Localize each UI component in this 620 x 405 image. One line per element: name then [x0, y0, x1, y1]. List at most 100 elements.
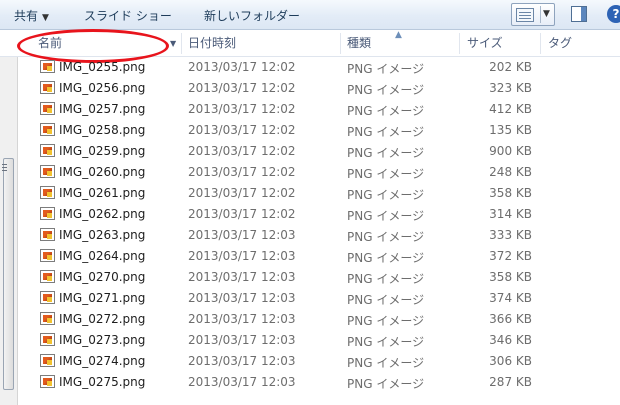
file-row[interactable]: IMG_0270.png 2013/03/17 12:03 PNG イメージ 358 … [18, 267, 620, 288]
file-date: 2013/03/17 12:02 [188, 186, 296, 200]
file-name: IMG_0271.png [59, 291, 146, 305]
file-name: IMG_0262.png [59, 207, 146, 221]
details-view-icon [516, 8, 534, 22]
file-row[interactable]: IMG_0273.png 2013/03/17 12:03 PNG イメージ 346 … [18, 330, 620, 351]
file-date: 2013/03/17 12:02 [188, 102, 296, 116]
file-size: 412 KB [489, 102, 532, 116]
file-row[interactable]: IMG_0262.png 2013/03/17 12:02 PNG イメージ 314 … [18, 204, 620, 225]
file-size: 306 KB [489, 354, 532, 368]
file-date: 2013/03/17 12:03 [188, 312, 296, 326]
file-size: 366 KB [489, 312, 532, 326]
new-folder-button[interactable]: 新しいフォルダー [204, 7, 300, 24]
file-name: IMG_0261.png [59, 186, 146, 200]
file-name: IMG_0258.png [59, 123, 146, 137]
share-menu-button[interactable]: 共有 ▼ [14, 7, 49, 24]
chevron-down-icon[interactable]: ▼ [543, 9, 550, 19]
name-filter-dropdown-icon[interactable]: ▼ [170, 39, 176, 48]
file-row[interactable]: IMG_0260.png 2013/03/17 12:02 PNG イメージ 248 … [18, 162, 620, 183]
file-type: PNG イメージ [347, 146, 425, 160]
png-image-file-icon [40, 354, 55, 367]
file-type: PNG イメージ [347, 125, 425, 139]
file-date: 2013/03/17 12:02 [188, 60, 296, 74]
png-image-file-icon [40, 102, 55, 115]
file-type: PNG イメージ [347, 272, 425, 286]
file-type: PNG イメージ [347, 167, 425, 181]
file-date: 2013/03/17 12:03 [188, 354, 296, 368]
file-row[interactable]: IMG_0259.png 2013/03/17 12:02 PNG イメージ 900 … [18, 141, 620, 162]
slideshow-button[interactable]: スライド ショー [84, 7, 172, 24]
file-size: 346 KB [489, 333, 532, 347]
png-image-file-icon [40, 312, 55, 325]
navigation-pane-scrollbar[interactable] [0, 57, 18, 405]
file-name: IMG_0256.png [59, 81, 146, 95]
file-type: PNG イメージ [347, 314, 425, 328]
png-image-file-icon [40, 249, 55, 262]
file-type: PNG イメージ [347, 356, 425, 370]
file-name: IMG_0273.png [59, 333, 146, 347]
column-header-size[interactable]: サイズ [460, 30, 503, 57]
file-row[interactable]: IMG_0275.png 2013/03/17 12:03 PNG イメージ 287 … [18, 372, 620, 393]
file-row[interactable]: IMG_0274.png 2013/03/17 12:03 PNG イメージ 306 … [18, 351, 620, 372]
file-date: 2013/03/17 12:03 [188, 333, 296, 347]
file-size: 202 KB [489, 60, 532, 74]
help-icon[interactable]: ? [607, 5, 620, 23]
column-header-type[interactable]: 種類 [340, 30, 371, 57]
file-name: IMG_0259.png [59, 144, 146, 158]
sort-ascending-icon: ▲ [395, 30, 402, 40]
file-date: 2013/03/17 12:03 [188, 249, 296, 263]
file-row[interactable]: IMG_0272.png 2013/03/17 12:03 PNG イメージ 366 … [18, 309, 620, 330]
png-image-file-icon [40, 60, 55, 73]
view-button-divider [540, 6, 541, 23]
png-image-file-icon [40, 228, 55, 241]
file-type: PNG イメージ [347, 104, 425, 118]
file-row[interactable]: IMG_0271.png 2013/03/17 12:03 PNG イメージ 374 … [18, 288, 620, 309]
file-size: 372 KB [489, 249, 532, 263]
file-date: 2013/03/17 12:02 [188, 207, 296, 221]
file-type: PNG イメージ [347, 83, 425, 97]
file-date: 2013/03/17 12:02 [188, 81, 296, 95]
png-image-file-icon [40, 144, 55, 157]
png-image-file-icon [40, 270, 55, 283]
file-size: 358 KB [489, 270, 532, 284]
file-size: 333 KB [489, 228, 532, 242]
file-name: IMG_0270.png [59, 270, 146, 284]
file-row[interactable]: IMG_0256.png 2013/03/17 12:02 PNG イメージ 323 … [18, 78, 620, 99]
file-date: 2013/03/17 12:02 [188, 165, 296, 179]
file-size: 314 KB [489, 207, 532, 221]
png-image-file-icon [40, 291, 55, 304]
file-size: 248 KB [489, 165, 532, 179]
file-row[interactable]: IMG_0261.png 2013/03/17 12:02 PNG イメージ 358 … [18, 183, 620, 204]
file-date: 2013/03/17 12:03 [188, 228, 296, 242]
file-row[interactable]: IMG_0257.png 2013/03/17 12:02 PNG イメージ 412 … [18, 99, 620, 120]
preview-pane-icon[interactable] [571, 6, 587, 22]
column-header-tag[interactable]: タグ [541, 30, 572, 57]
file-row[interactable]: IMG_0264.png 2013/03/17 12:03 PNG イメージ 372 … [18, 246, 620, 267]
file-name: IMG_0257.png [59, 102, 146, 116]
png-image-file-icon [40, 123, 55, 136]
png-image-file-icon [40, 81, 55, 94]
file-type: PNG イメージ [347, 62, 425, 76]
file-row[interactable]: IMG_0258.png 2013/03/17 12:02 PNG イメージ 135 … [18, 120, 620, 141]
file-name: IMG_0263.png [59, 228, 146, 242]
file-size: 135 KB [489, 123, 532, 137]
file-size: 287 KB [489, 375, 532, 389]
file-row[interactable]: IMG_0263.png 2013/03/17 12:03 PNG イメージ 333 … [18, 225, 620, 246]
column-header-date[interactable]: 日付時刻 [181, 30, 236, 57]
file-type: PNG イメージ [347, 377, 425, 391]
scrollbar-thumb[interactable] [3, 158, 14, 390]
command-bar: 共有 ▼ スライド ショー 新しいフォルダー ▼ ? [0, 0, 620, 30]
file-name: IMG_0260.png [59, 165, 146, 179]
file-name: IMG_0255.png [59, 60, 146, 74]
file-size: 374 KB [489, 291, 532, 305]
file-name: IMG_0274.png [59, 354, 146, 368]
file-type: PNG イメージ [347, 209, 425, 223]
file-row[interactable]: IMG_0255.png 2013/03/17 12:02 PNG イメージ 202 … [18, 57, 620, 78]
png-image-file-icon [40, 165, 55, 178]
png-image-file-icon [40, 186, 55, 199]
file-date: 2013/03/17 12:02 [188, 123, 296, 137]
file-name: IMG_0264.png [59, 249, 146, 263]
share-label: 共有 [14, 9, 39, 23]
file-date: 2013/03/17 12:03 [188, 375, 296, 389]
change-view-button[interactable]: ▼ [511, 3, 555, 26]
file-date: 2013/03/17 12:02 [188, 144, 296, 158]
